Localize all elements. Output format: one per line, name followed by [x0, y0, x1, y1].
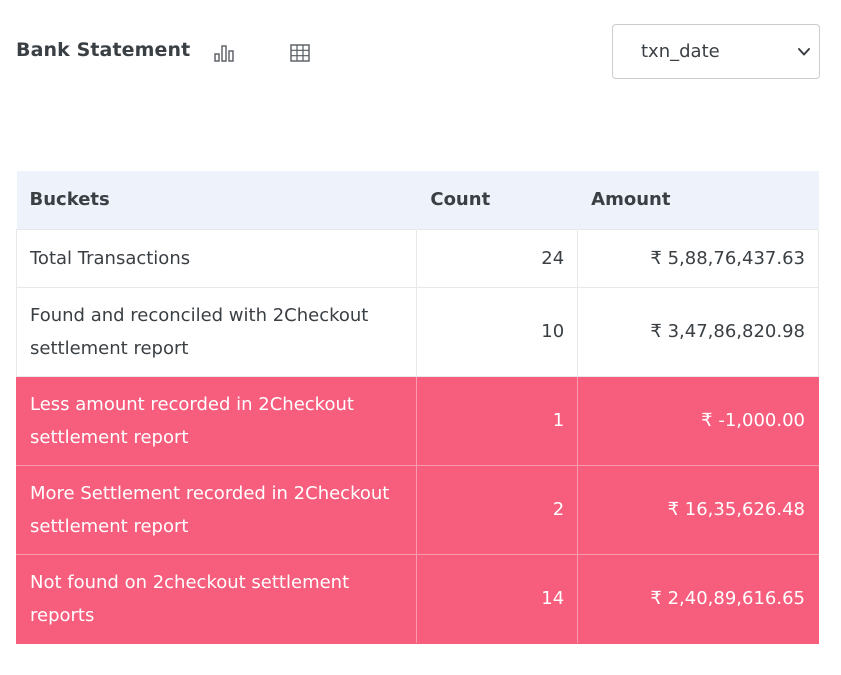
table-row[interactable]: Less amount recorded in 2Checkout settle… — [15, 375, 819, 466]
table-header-row: Buckets Count Amount — [16, 171, 819, 229]
table-row[interactable]: Found and reconciled with 2Checkout sett… — [15, 286, 819, 377]
table-row[interactable]: More Settlement recorded in 2Checkout se… — [15, 464, 819, 555]
count-cell: 1 — [416, 375, 579, 466]
page-title: Bank Statement — [16, 39, 191, 61]
count-cell: 14 — [416, 553, 579, 644]
amount-cell: ₹ 3,47,86,820.98 — [577, 286, 819, 377]
select-value: txn_date — [641, 41, 720, 62]
count-cell: 24 — [416, 228, 579, 288]
amount-cell: ₹ 16,35,626.48 — [577, 464, 819, 555]
amount-cell: ₹ 5,88,76,437.63 — [577, 228, 819, 288]
report-header: Bank Statement txn_date — [16, 24, 820, 81]
amount-cell: ₹ 2,40,89,616.65 — [577, 553, 819, 644]
bucket-cell: More Settlement recorded in 2Checkout se… — [15, 464, 418, 555]
bucket-cell: Total Transactions — [15, 228, 418, 288]
count-cell: 10 — [416, 286, 579, 377]
column-header-buckets[interactable]: Buckets — [16, 171, 418, 229]
bucket-cell: Not found on 2checkout settlement report… — [15, 553, 418, 644]
column-header-count[interactable]: Count — [416, 171, 579, 229]
amount-cell: ₹ -1,000.00 — [577, 375, 819, 466]
bucket-cell: Less amount recorded in 2Checkout settle… — [15, 375, 418, 466]
table-row[interactable]: Total Transactions 24 ₹ 5,88,76,437.63 — [15, 228, 819, 288]
bar-chart-icon[interactable] — [212, 41, 236, 65]
grid-table-icon[interactable] — [288, 41, 312, 65]
chevron-down-icon — [798, 48, 810, 56]
count-cell: 2 — [416, 464, 579, 555]
table-row[interactable]: Not found on 2checkout settlement report… — [15, 553, 819, 644]
reconciliation-table: Buckets Count Amount Total Transactions … — [15, 171, 819, 644]
date-field-select[interactable]: txn_date — [612, 24, 820, 79]
column-header-amount[interactable]: Amount — [577, 171, 819, 229]
bucket-cell: Found and reconciled with 2Checkout sett… — [15, 286, 418, 377]
